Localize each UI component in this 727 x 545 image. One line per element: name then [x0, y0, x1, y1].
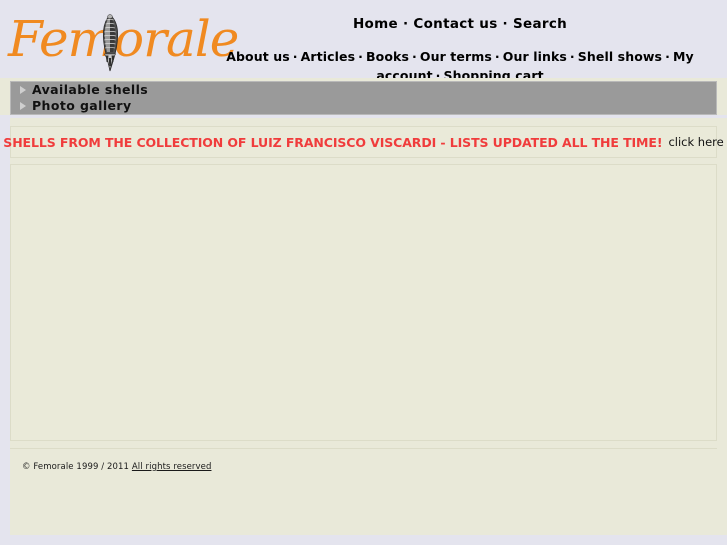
- nav-separator: ·: [665, 49, 670, 64]
- nav-link-our-links[interactable]: Our links: [503, 49, 567, 64]
- seashell-icon: [102, 14, 119, 72]
- nav-separator: ·: [494, 49, 500, 64]
- site-header: Femorale Home · Contact us · Search Abou…: [0, 0, 727, 83]
- menu-bar-label: Available shells: [32, 81, 149, 97]
- nav-separator: ·: [292, 49, 298, 64]
- menu-bar-photo-gallery[interactable]: Photo gallery: [10, 98, 717, 115]
- footer: © Femorale 1999 / 2011 All rights reserv…: [22, 462, 727, 472]
- nav-link-books[interactable]: Books: [366, 49, 409, 64]
- promo-banner: SHELLS FROM THE COLLECTION OF LUIZ FRANC…: [3, 126, 724, 158]
- triangle-right-icon: [20, 86, 26, 94]
- section-menu-bars: Available shells Photo gallery: [0, 78, 727, 115]
- nav-link-shell-shows[interactable]: Shell shows: [578, 49, 662, 64]
- nav-link-our-terms[interactable]: Our terms: [420, 49, 492, 64]
- nav-link-search[interactable]: Search: [513, 16, 567, 32]
- nav-separator: ·: [358, 49, 364, 64]
- page-root: Femorale Home · Contact us · Search Abou…: [0, 0, 727, 545]
- footer-divider: [10, 448, 717, 449]
- content-panel: [10, 164, 717, 441]
- primary-nav: Home · Contact us · Search: [193, 16, 727, 32]
- main-content: SHELLS FROM THE COLLECTION OF LUIZ FRANC…: [0, 118, 727, 545]
- promo-banner-click-here-link[interactable]: click here: [668, 135, 723, 149]
- nav-separator: ·: [502, 16, 508, 32]
- triangle-right-icon: [20, 102, 26, 110]
- nav-separator: ·: [402, 16, 409, 32]
- menu-bar-available-shells[interactable]: Available shells: [10, 81, 717, 98]
- nav-link-home[interactable]: Home: [353, 16, 398, 32]
- bottom-strip: [0, 535, 727, 545]
- header-navigation: Home · Contact us · Search About us · Articles…: [193, 0, 727, 83]
- all-rights-reserved-link[interactable]: All rights reserved: [132, 462, 212, 472]
- site-logo[interactable]: Femorale: [8, 6, 239, 72]
- nav-separator: ·: [412, 49, 417, 64]
- nav-link-about-us[interactable]: About us: [226, 49, 290, 64]
- nav-link-articles[interactable]: Articles: [301, 49, 356, 64]
- copyright-text: © Femorale 1999 / 2011: [22, 462, 130, 472]
- nav-separator: ·: [569, 49, 575, 64]
- menu-bar-label: Photo gallery: [32, 97, 132, 113]
- nav-link-contact-us[interactable]: Contact us: [413, 16, 497, 32]
- promo-banner-headline: SHELLS FROM THE COLLECTION OF LUIZ FRANC…: [3, 134, 663, 150]
